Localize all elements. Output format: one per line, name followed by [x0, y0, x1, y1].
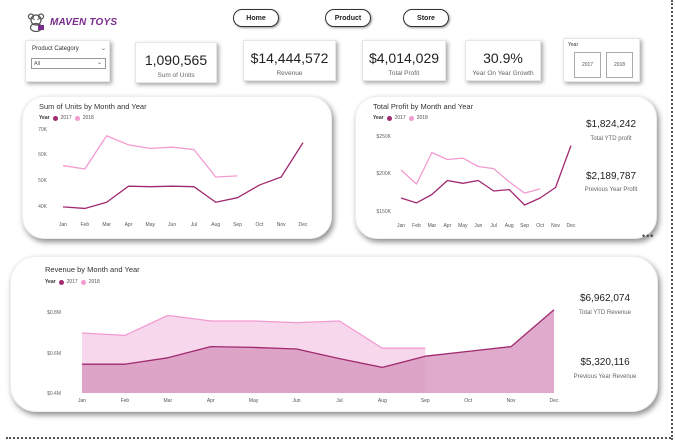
dashboard: MAVEN TOYS Home Product Store Product Ca… — [0, 0, 675, 440]
kpi-profit-label: Total Profit — [388, 70, 420, 77]
nav-home-button[interactable]: Home — [233, 9, 279, 27]
x-tick-label: Oct — [255, 222, 263, 228]
kpi-revenue-card: $14,444,572 Revenue — [243, 40, 336, 81]
brand-logo: MAVEN TOYS — [26, 12, 117, 32]
chevron-down-icon: ⌄ — [96, 60, 102, 66]
nav-product-button[interactable]: Product — [325, 9, 371, 27]
x-tick-label: Mar — [428, 223, 437, 229]
y-tick-label: $0.8M — [47, 310, 61, 316]
y-tick-label: $200K — [377, 171, 392, 177]
chevron-down-icon[interactable]: ⌄ — [101, 45, 106, 52]
x-tick-label: Mar — [102, 222, 111, 228]
kpi-growth-card: 30.9% Year On Year Growth — [465, 40, 541, 81]
brand-name: MAVEN TOYS — [50, 16, 118, 28]
revenue-prev-value: $5,320,116 — [580, 357, 630, 368]
x-tick-label: Nov — [507, 398, 516, 404]
x-tick-label: Feb — [81, 222, 90, 228]
line-series-2018 — [400, 151, 541, 194]
y-tick-label: 70K — [38, 127, 48, 133]
x-tick-label: Jan — [397, 223, 405, 229]
x-tick-label: Jan — [59, 222, 67, 228]
line-series-2017 — [62, 142, 304, 210]
x-tick-label: Jun — [293, 398, 301, 404]
x-tick-label: Jan — [78, 398, 86, 404]
teddy-bear-icon — [27, 13, 45, 32]
x-tick-label: Apr — [125, 222, 133, 228]
x-tick-label: Feb — [121, 398, 130, 404]
x-tick-label: Jul — [491, 223, 497, 229]
y-tick-label: $0.6M — [47, 351, 61, 357]
x-tick-label: Feb — [412, 223, 421, 229]
kpi-units-card: 1,090,565 Sum of Units — [135, 42, 217, 83]
kpi-units-label: Sum of Units — [157, 72, 195, 79]
year-slicer-title: Year — [568, 42, 579, 48]
x-tick-label: Jun — [168, 222, 176, 228]
category-dropdown-value: All — [34, 60, 41, 67]
x-tick-label: Jul — [191, 222, 197, 228]
revenue-area-chart: $0.8M $0.6M $0.4M Jan Feb Mar Apr May Jun Jul Aug S… — [47, 309, 559, 404]
more-options-icon[interactable]: ••• — [642, 231, 654, 241]
x-tick-label: Dec — [550, 398, 559, 404]
slicer-title: Product Category — [32, 46, 79, 52]
x-tick-label: Oct — [464, 398, 472, 404]
x-tick-label: Jul — [336, 398, 342, 404]
x-tick-label: Apr — [443, 223, 451, 229]
revenue-ytd-label: Total YTD Revenue — [579, 310, 631, 316]
kpi-revenue-label: Revenue — [276, 70, 303, 77]
x-tick-label: Dec — [299, 222, 308, 228]
page-border-bottom — [6, 437, 671, 439]
y-tick-label: $250K — [377, 134, 392, 140]
product-category-slicer: Product Category ⌄ All ⌄ — [25, 40, 110, 82]
y-tick-label: 60K — [38, 152, 48, 158]
profit-ytd-value: $1,824,242 — [585, 119, 637, 130]
x-tick-label: Dec — [567, 223, 576, 229]
revenue-ytd-value: $6,962,074 — [579, 293, 631, 304]
nav-store-button[interactable]: Store — [403, 9, 449, 27]
x-tick-label: May — [458, 223, 468, 229]
x-tick-label: Aug — [505, 223, 514, 229]
units-line-chart: 70K 60K 50K 40K Jan Feb Mar Apr May Jun Jul Aug Sep O… — [38, 127, 308, 228]
x-tick-label: Sep — [520, 223, 529, 229]
line-series-2018 — [62, 135, 238, 178]
revenue-chart-panel: Revenue by Month and Year Year 2017 2018… — [10, 256, 658, 412]
profit-prev-label: Previous Year Profit — [584, 187, 638, 193]
x-tick-label: Nov — [551, 223, 560, 229]
profit-chart-panel: Total Profit by Month and Year Year 2017… — [355, 96, 657, 239]
page-border-right — [671, 0, 673, 440]
y-tick-label: 50K — [38, 178, 48, 184]
x-tick-label: Sep — [233, 222, 242, 228]
kpi-growth-label: Year On Year Growth — [472, 70, 534, 77]
kpi-profit-card: $4,014,029 Total Profit — [362, 40, 446, 81]
y-tick-label: 40K — [38, 204, 48, 210]
x-tick-label: May — [146, 222, 156, 228]
x-tick-label: Nov — [277, 222, 286, 228]
line-series-2017 — [400, 145, 572, 206]
x-tick-label: Apr — [207, 398, 215, 404]
x-tick-label: Sep — [421, 398, 430, 404]
x-tick-label: May — [249, 398, 259, 404]
revenue-prev-label: Previous Year Revenue — [573, 374, 637, 380]
x-tick-label: Aug — [211, 222, 220, 228]
x-tick-label: Mar — [164, 398, 173, 404]
year-tile-2017[interactable]: 2017 — [574, 52, 601, 78]
kpi-profit-value: $4,014,029 — [368, 50, 440, 66]
y-tick-label: $150K — [377, 209, 392, 215]
x-tick-label: Jun — [474, 223, 482, 229]
year-slicer: Year 2017 2018 — [563, 38, 640, 82]
kpi-revenue-value: $14,444,572 — [250, 50, 329, 66]
kpi-growth-value: 30.9% — [483, 50, 523, 66]
y-tick-label: $0.4M — [47, 391, 61, 397]
x-tick-label: Aug — [378, 398, 387, 404]
units-chart-panel: Sum of Units by Month and Year Year 2017… — [22, 96, 332, 239]
profit-prev-value: $2,189,787 — [585, 171, 637, 182]
year-tile-2018[interactable]: 2018 — [606, 52, 633, 78]
profit-ytd-label: Total YTD profit — [590, 136, 632, 142]
x-tick-label: Oct — [536, 223, 544, 229]
kpi-units-value: 1,090,565 — [144, 52, 208, 68]
category-dropdown[interactable]: All ⌄ — [31, 58, 106, 69]
